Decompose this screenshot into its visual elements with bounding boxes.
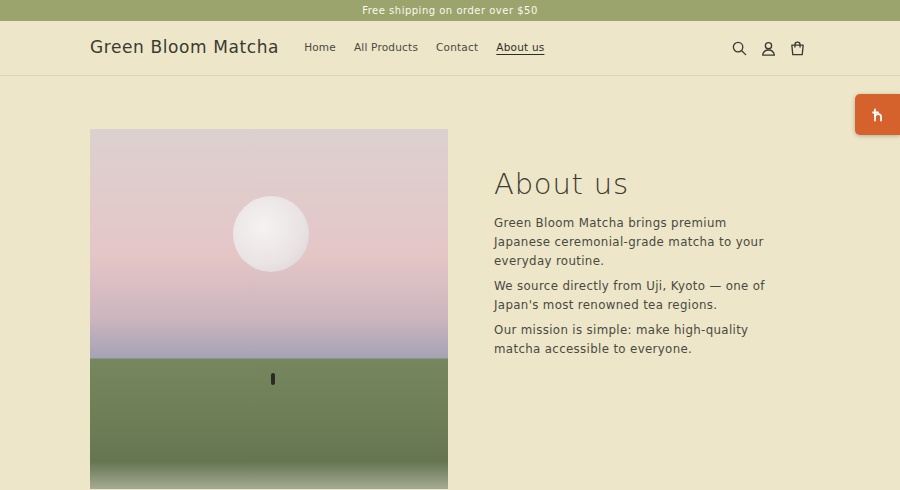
nav-link[interactable]: Home [304, 38, 336, 58]
page-title: About us [494, 167, 810, 202]
nav-link[interactable]: Contact [436, 38, 478, 58]
about-section: About us Green Bloom Matcha brings premiu… [90, 129, 810, 489]
search-icon[interactable] [731, 40, 748, 57]
store-logo[interactable]: Green Bloom Matcha [90, 35, 279, 61]
site-header: Green Bloom Matcha Home All Products Contac… [0, 21, 900, 76]
chat-widget[interactable] [855, 94, 900, 135]
nav-link[interactable]: All Products [354, 38, 418, 58]
about-paragraph: Our mission is simple: make high-quality… [494, 321, 779, 359]
cart-icon[interactable] [789, 40, 806, 57]
announcement-bar: Free shipping on order over $50 [0, 0, 900, 21]
about-text: About us Green Bloom Matcha brings premiu… [448, 129, 810, 365]
main-nav: Home All Products Contact About us [304, 38, 544, 58]
widget-logo-icon [871, 108, 885, 122]
about-paragraph: We source directly from Uji, Kyoto — one… [494, 277, 779, 315]
main-content: About us Green Bloom Matcha brings premiu… [0, 76, 900, 489]
figure-shape [271, 373, 275, 385]
grass-shape [90, 461, 448, 489]
header-inner: Green Bloom Matcha Home All Products Contac… [90, 35, 810, 61]
account-icon[interactable] [760, 40, 777, 57]
about-image [90, 129, 448, 489]
announcement-text: Free shipping on order over $50 [362, 3, 538, 18]
header-icons [731, 40, 806, 57]
moon-shape [233, 196, 309, 272]
nav-link[interactable]: About us [496, 38, 544, 58]
about-paragraph: Green Bloom Matcha brings premium Japane… [494, 214, 779, 271]
